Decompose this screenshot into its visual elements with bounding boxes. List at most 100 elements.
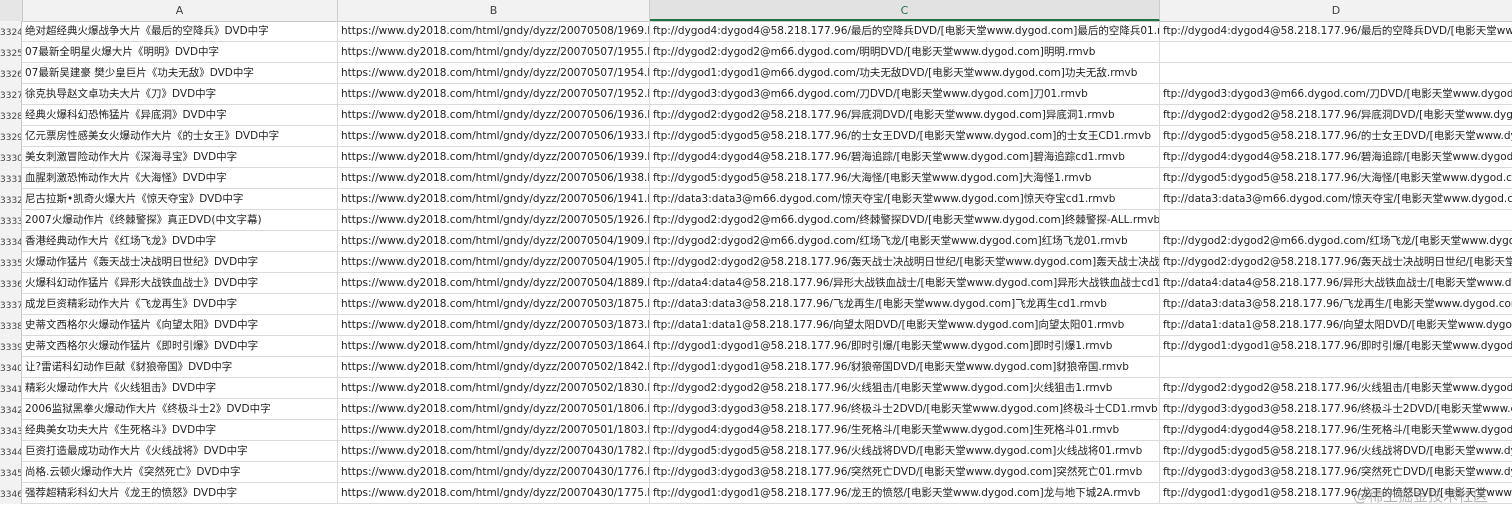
cell-a[interactable]: 巨资打造最成功动作大片《火线战将》DVD中字 [22, 441, 338, 461]
cell-d[interactable]: ftp://dygod3:dygod3@m66.dygod.com/刀DVD/[… [1160, 84, 1512, 104]
cell-a[interactable]: 07最新全明星火爆大片《明明》DVD中字 [22, 42, 338, 62]
cell-d[interactable]: ftp://dygod3:dygod3@58.218.177.96/突然死亡DV… [1160, 462, 1512, 482]
cell-c[interactable]: ftp://dygod5:dygod5@58.218.177.96/火线战将DV… [650, 441, 1160, 461]
row-number[interactable]: 3329 [0, 126, 22, 147]
cell-d[interactable]: ftp://data4:data4@58.218.177.96/异形大战铁血战士… [1160, 273, 1512, 293]
row-number[interactable]: 3330 [0, 147, 22, 168]
cell-a[interactable]: 精彩火爆动作大片《火线狙击》DVD中字 [22, 378, 338, 398]
cell-b[interactable]: https://www.dy2018.com/html/gndy/dyzz/20… [338, 252, 650, 272]
row-number[interactable]: 3333 [0, 210, 22, 231]
cell-c[interactable]: ftp://data3:data3@58.218.177.96/飞龙再生/[电影… [650, 294, 1160, 314]
cell-d[interactable]: ftp://dygod4:dygod4@58.218.177.96/碧海追踪/[… [1160, 147, 1512, 167]
cell-c[interactable]: ftp://dygod4:dygod4@58.218.177.96/最后的空降兵… [650, 21, 1160, 41]
column-header-a[interactable]: A [22, 0, 338, 21]
cell-b[interactable]: https://www.dy2018.com/html/gndy/dyzz/20… [338, 63, 650, 83]
cell-a[interactable]: 亿元票房性感美女火爆动作大片《的士女王》DVD中字 [22, 126, 338, 146]
cell-c[interactable]: ftp://dygod2:dygod2@m66.dygod.com/明明DVD/… [650, 42, 1160, 62]
row-number[interactable]: 3337 [0, 294, 22, 315]
cell-a[interactable]: 经典火爆科幻恐怖猛片《异底洞》DVD中字 [22, 105, 338, 125]
row-number[interactable]: 3334 [0, 231, 22, 252]
cell-c[interactable]: ftp://dygod2:dygod2@58.218.177.96/轰天战士决战… [650, 252, 1160, 272]
select-all-corner[interactable] [0, 0, 23, 21]
cell-b[interactable]: https://www.dy2018.com/html/gndy/dyzz/20… [338, 378, 650, 398]
cell-c[interactable]: ftp://data3:data3@m66.dygod.com/惊天夺宝/[电影… [650, 189, 1160, 209]
row-number[interactable]: 3328 [0, 105, 22, 126]
cell-d[interactable]: ftp://dygod1:dygod1@58.218.177.96/即时引爆/[… [1160, 336, 1512, 356]
cell-b[interactable]: https://www.dy2018.com/html/gndy/dyzz/20… [338, 357, 650, 377]
row-number[interactable]: 3331 [0, 168, 22, 189]
cell-c[interactable]: ftp://data4:data4@58.218.177.96/异形大战铁血战士… [650, 273, 1160, 293]
row-number[interactable]: 3332 [0, 189, 22, 210]
cell-d[interactable]: ftp://data1:data1@58.218.177.96/向望太阳DVD/… [1160, 315, 1512, 335]
cell-d[interactable]: ftp://dygod1:dygod1@58.218.177.96/龙王的愤怒D… [1160, 483, 1512, 503]
cell-b[interactable]: https://www.dy2018.com/html/gndy/dyzz/20… [338, 189, 650, 209]
cell-a[interactable]: 火爆动作猛片《轰天战士决战明日世纪》DVD中字 [22, 252, 338, 272]
cell-d[interactable]: ftp://dygod5:dygod5@58.218.177.96/大海怪/[电… [1160, 168, 1512, 188]
cell-b[interactable]: https://www.dy2018.com/html/gndy/dyzz/20… [338, 441, 650, 461]
cell-d[interactable] [1160, 42, 1512, 62]
cell-d[interactable] [1160, 63, 1512, 83]
cell-c[interactable]: ftp://dygod2:dygod2@58.218.177.96/火线狙击/[… [650, 378, 1160, 398]
cell-a[interactable]: 史蒂文西格尔火爆动作猛片《向望太阳》DVD中字 [22, 315, 338, 335]
cell-c[interactable]: ftp://dygod1:dygod1@m66.dygod.com/功夫无敌DV… [650, 63, 1160, 83]
cell-a[interactable]: 香港经典动作大片《红场飞龙》DVD中字 [22, 231, 338, 251]
cell-d[interactable]: ftp://dygod5:dygod5@58.218.177.96/火线战将DV… [1160, 441, 1512, 461]
cell-c[interactable]: ftp://dygod4:dygod4@58.218.177.96/生死格斗/[… [650, 420, 1160, 440]
row-number[interactable]: 3344 [0, 441, 22, 462]
row-number[interactable]: 3346 [0, 483, 22, 504]
cell-c[interactable]: ftp://dygod3:dygod3@58.218.177.96/突然死亡DV… [650, 462, 1160, 482]
row-number[interactable]: 3345 [0, 462, 22, 483]
cell-a[interactable]: 成龙巨资精彩动作大片《飞龙再生》DVD中字 [22, 294, 338, 314]
column-header-b[interactable]: B [338, 0, 650, 21]
cell-a[interactable]: 2006监狱黑拳火爆动作大片《终极斗士2》DVD中字 [22, 399, 338, 419]
cell-d[interactable]: ftp://data3:data3@m66.dygod.com/惊天夺宝/[电影… [1160, 189, 1512, 209]
cell-c[interactable]: ftp://dygod5:dygod5@58.218.177.96/的士女王DV… [650, 126, 1160, 146]
cell-b[interactable]: https://www.dy2018.com/html/gndy/dyzz/20… [338, 168, 650, 188]
cell-b[interactable]: https://www.dy2018.com/html/gndy/dyzz/20… [338, 336, 650, 356]
cell-b[interactable]: https://www.dy2018.com/html/gndy/dyzz/20… [338, 483, 650, 503]
cell-c[interactable]: ftp://dygod1:dygod1@58.218.177.96/龙王的愤怒/… [650, 483, 1160, 503]
cell-d[interactable]: ftp://data3:data3@58.218.177.96/飞龙再生/[电影… [1160, 294, 1512, 314]
cell-d[interactable] [1160, 357, 1512, 377]
cell-a[interactable]: 让?雷诺科幻动作巨献《豺狼帝国》DVD中字 [22, 357, 338, 377]
cell-a[interactable]: 血腥刺激恐怖动作大片《大海怪》DVD中字 [22, 168, 338, 188]
cell-a[interactable]: 尼古拉斯•凯奇火爆大片《惊天夺宝》DVD中字 [22, 189, 338, 209]
cell-b[interactable]: https://www.dy2018.com/html/gndy/dyzz/20… [338, 399, 650, 419]
cell-c[interactable]: ftp://data1:data1@58.218.177.96/向望太阳DVD/… [650, 315, 1160, 335]
row-number[interactable]: 3327 [0, 84, 22, 105]
cell-c[interactable]: ftp://dygod3:dygod3@m66.dygod.com/刀DVD/[… [650, 84, 1160, 104]
cell-b[interactable]: https://www.dy2018.com/html/gndy/dyzz/20… [338, 294, 650, 314]
cell-b[interactable]: https://www.dy2018.com/html/gndy/dyzz/20… [338, 21, 650, 41]
cell-d[interactable]: ftp://dygod2:dygod2@58.218.177.96/火线狙击/[… [1160, 378, 1512, 398]
cell-b[interactable]: https://www.dy2018.com/html/gndy/dyzz/20… [338, 231, 650, 251]
cell-a[interactable]: 徐克执导赵文卓功夫大片《刀》DVD中字 [22, 84, 338, 104]
column-header-c[interactable]: C [650, 0, 1160, 21]
cell-d[interactable]: ftp://dygod2:dygod2@58.218.177.96/异底洞DVD… [1160, 105, 1512, 125]
row-number[interactable]: 3343 [0, 420, 22, 441]
cell-a[interactable]: 火爆科幻动作猛片《异形大战铁血战士》DVD中字 [22, 273, 338, 293]
cell-b[interactable]: https://www.dy2018.com/html/gndy/dyzz/20… [338, 126, 650, 146]
cell-a[interactable]: 尚格.云顿火爆动作大片《突然死亡》DVD中字 [22, 462, 338, 482]
cell-c[interactable]: ftp://dygod2:dygod2@m66.dygod.com/红场飞龙/[… [650, 231, 1160, 251]
row-number[interactable]: 3325 [0, 42, 22, 63]
cell-a[interactable]: 史蒂文西格尔火爆动作猛片《即时引爆》DVD中字 [22, 336, 338, 356]
cell-a[interactable]: 2007火爆动作片《终棘警探》真正DVD(中文字幕) [22, 210, 338, 230]
cell-a[interactable]: 强荐超精彩科幻大片《龙王的愤怒》DVD中字 [22, 483, 338, 503]
cell-a[interactable]: 07最新吴建豪 樊少皇巨片《功夫无敌》DVD中字 [22, 63, 338, 83]
cell-d[interactable]: ftp://dygod4:dygod4@58.218.177.96/最后的空降兵… [1160, 21, 1512, 41]
cell-b[interactable]: https://www.dy2018.com/html/gndy/dyzz/20… [338, 273, 650, 293]
cell-b[interactable]: https://www.dy2018.com/html/gndy/dyzz/20… [338, 462, 650, 482]
row-number[interactable]: 3341 [0, 378, 22, 399]
row-number[interactable]: 3342 [0, 399, 22, 420]
row-number[interactable]: 3340 [0, 357, 22, 378]
cell-a[interactable]: 绝对超经典火爆战争大片《最后的空降兵》DVD中字 [22, 21, 338, 41]
cell-c[interactable]: ftp://dygod1:dygod1@58.218.177.96/即时引爆/[… [650, 336, 1160, 356]
cell-c[interactable]: ftp://dygod4:dygod4@58.218.177.96/碧海追踪/[… [650, 147, 1160, 167]
row-number[interactable]: 3338 [0, 315, 22, 336]
cell-b[interactable]: https://www.dy2018.com/html/gndy/dyzz/20… [338, 420, 650, 440]
cell-d[interactable]: ftp://dygod2:dygod2@58.218.177.96/轰天战士决战… [1160, 252, 1512, 272]
cell-d[interactable]: ftp://dygod3:dygod3@58.218.177.96/终极斗士2D… [1160, 399, 1512, 419]
row-number[interactable]: 3339 [0, 336, 22, 357]
cell-c[interactable]: ftp://dygod5:dygod5@58.218.177.96/大海怪/[电… [650, 168, 1160, 188]
cell-d[interactable]: ftp://dygod2:dygod2@m66.dygod.com/红场飞龙/[… [1160, 231, 1512, 251]
